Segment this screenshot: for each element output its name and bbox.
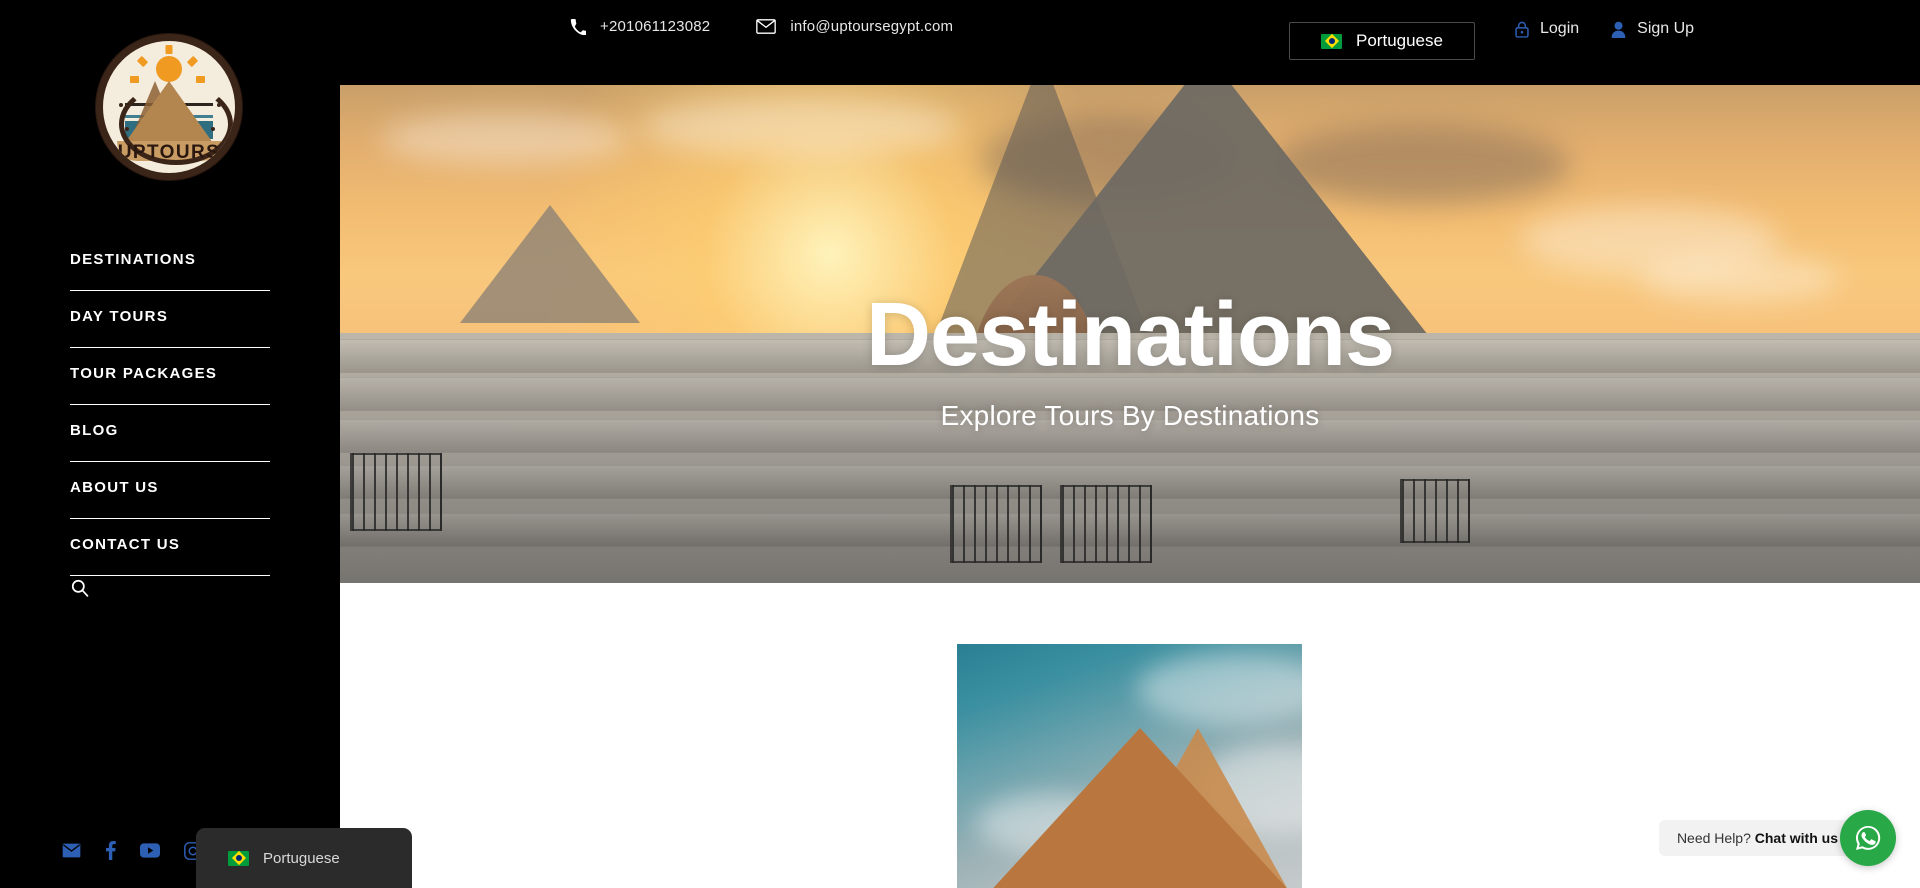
envelope-icon (756, 19, 777, 34)
sidebar-item-destinations[interactable]: DESTINATIONS (0, 240, 340, 297)
social-link-facebook[interactable] (105, 841, 116, 860)
auth-links: Login Sign Up (1515, 20, 1694, 38)
fence-gate (1400, 479, 1470, 543)
signup-label: Sign Up (1637, 20, 1695, 37)
card-pyramid (974, 728, 1302, 888)
envelope-icon (62, 843, 81, 858)
sidebar-item-blog[interactable]: BLOG (0, 411, 340, 468)
cloud (380, 113, 630, 165)
whatsapp-cta-text: Chat with us (1754, 830, 1838, 846)
fence-gate (950, 485, 1042, 563)
email-link[interactable]: info@uptoursegypt.com (756, 18, 953, 35)
language-popup[interactable]: Portuguese (196, 828, 412, 888)
user-icon (1611, 21, 1626, 38)
site-logo[interactable]: UPTOURS (96, 34, 242, 180)
phone-icon (570, 18, 586, 35)
whatsapp-prompt-text: Need Help? (1676, 830, 1751, 846)
phone-link[interactable]: +201061123082 (570, 18, 710, 35)
sidebar-item-contact-us[interactable]: CONTACT US (0, 525, 340, 582)
phone-number: +201061123082 (600, 18, 711, 35)
facebook-icon (106, 841, 116, 860)
hero-banner: Destinations Explore Tours By Destinatio… (340, 85, 1920, 583)
social-link-email[interactable] (62, 843, 81, 858)
sun-icon (156, 56, 182, 82)
language-selector[interactable]: Portuguese (1289, 22, 1475, 60)
whatsapp-widget[interactable]: Need Help? Chat with us (1658, 810, 1896, 866)
login-button[interactable]: Login (1515, 20, 1579, 38)
language-label: Portuguese (1356, 31, 1443, 50)
lock-icon (1515, 21, 1529, 38)
signup-button[interactable]: Sign Up (1611, 20, 1694, 38)
brazil-flag-icon (1321, 33, 1343, 49)
login-label: Login (1540, 20, 1580, 37)
whatsapp-button[interactable] (1840, 810, 1896, 866)
logo-circle: UPTOURS (96, 34, 242, 180)
page-title: Destinations (865, 285, 1395, 385)
contact-info: +201061123082 info@uptoursegypt.com (570, 18, 953, 35)
destination-card[interactable] (957, 644, 1302, 888)
sidebar: UPTOURS DESTINATIONS DAY TOURS TOUR PACK… (0, 0, 340, 888)
whatsapp-icon (1856, 826, 1881, 850)
youtube-icon (140, 843, 160, 858)
language-popup-label: Portuguese (263, 849, 340, 867)
whatsapp-prompt: Need Help? Chat with us (1658, 820, 1856, 856)
fence-gate (350, 453, 442, 531)
brazil-flag-icon (228, 850, 249, 866)
fence-gate (1060, 485, 1152, 563)
page-subtitle: Explore Tours By Destinations (940, 400, 1320, 431)
search-button[interactable] (70, 578, 110, 608)
page-root: Destinations Explore Tours By Destinatio… (0, 0, 1920, 888)
sidebar-item-tour-packages[interactable]: TOUR PACKAGES (0, 354, 340, 411)
social-link-youtube[interactable] (140, 843, 160, 858)
sidebar-item-day-tours[interactable]: DAY TOURS (0, 297, 340, 354)
logo-wordmark: UPTOURS (117, 142, 221, 163)
search-icon (71, 579, 89, 597)
sidebar-nav: DESTINATIONS DAY TOURS TOUR PACKAGES BLO… (0, 240, 340, 582)
email-address: info@uptoursegypt.com (790, 18, 954, 35)
sidebar-item-about-us[interactable]: ABOUT US (0, 468, 340, 525)
